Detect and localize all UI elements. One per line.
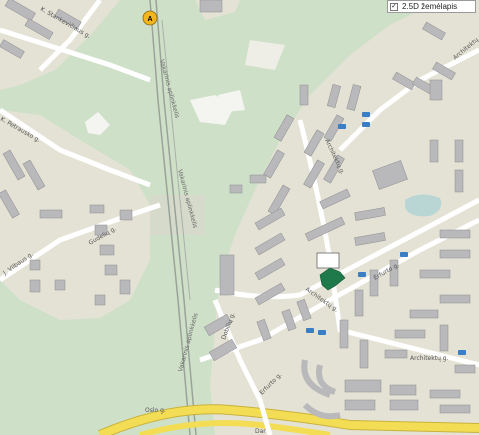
street-label: Architektų g. (410, 355, 449, 362)
info-box[interactable] (316, 252, 340, 269)
location-marker-a-label: A (147, 16, 152, 23)
layer-toggle[interactable]: ✓ 2.5D žemėlapis (387, 0, 476, 13)
layer-toggle-label: 2.5D žemėlapis (402, 2, 458, 11)
map-canvas[interactable]: A K. Stankevičiaus g. K. Petrausko g. J.… (0, 0, 479, 435)
layer-toggle-checkbox[interactable]: ✓ (390, 2, 398, 11)
street-label: Dar (255, 428, 266, 435)
street-label: Oslo g. (145, 407, 166, 414)
